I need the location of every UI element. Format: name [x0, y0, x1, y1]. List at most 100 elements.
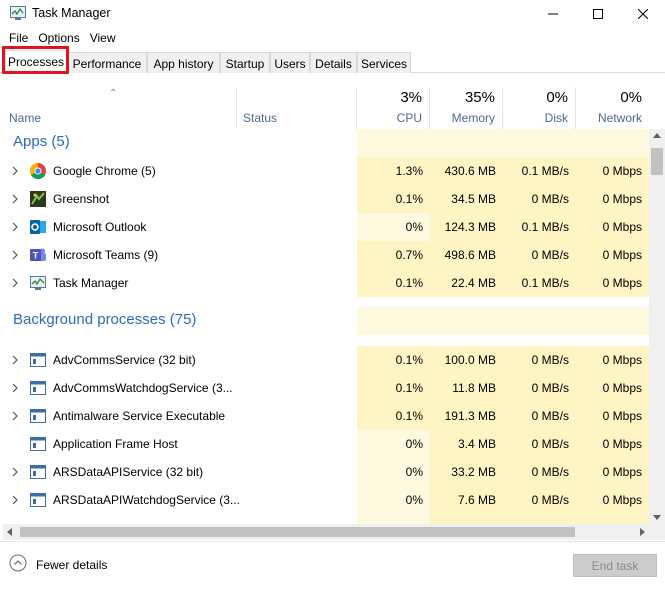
table-row[interactable]: T Microsoft Teams (9) 0.7% 498.6 MB 0 MB… [3, 241, 649, 269]
group-label-background: Background processes (75) [13, 311, 197, 328]
outlook-icon [30, 220, 46, 234]
chevron-right-icon[interactable] [10, 248, 20, 262]
group-row-background[interactable]: Background processes (75) [3, 307, 649, 335]
group-cpu-cell [357, 307, 430, 335]
close-button[interactable] [620, 0, 665, 28]
service-window-icon [30, 409, 46, 423]
network-cell: 0 Mbps [576, 374, 649, 402]
table-row[interactable]: AdvCommsWatchdogService (3... 0.1% 11.8 … [3, 374, 649, 402]
memory-cell: 191.3 MB [430, 402, 503, 430]
disk-cell: 0 MB/s [503, 486, 576, 514]
column-name-label: Name [9, 111, 42, 125]
cpu-cell: 0.1% [357, 269, 430, 297]
disk-cell: 0 MB/s [503, 430, 576, 458]
partial-cpu-cell [357, 514, 430, 524]
tab-performance[interactable]: Performance [67, 52, 147, 73]
tab-services[interactable]: Services [357, 52, 411, 73]
vertical-scroll-thumb[interactable] [651, 148, 663, 175]
chevron-right-icon[interactable] [10, 164, 20, 178]
network-cell: 0 Mbps [576, 458, 649, 486]
table-row[interactable]: ARSDataAPIService (32 bit) 0% 33.2 MB 0 … [3, 458, 649, 486]
close-icon [637, 9, 648, 19]
group-net-cell [576, 307, 649, 335]
fewer-details-link[interactable]: Fewer details [36, 558, 107, 572]
chevron-right-icon[interactable] [10, 381, 20, 395]
chevron-right-icon[interactable] [10, 192, 20, 206]
task-manager-app-icon [10, 6, 26, 20]
tab-details[interactable]: Details [310, 52, 357, 73]
partial-net-cell [576, 514, 649, 524]
process-name: ARSDataAPIWatchdogService (3... [53, 493, 240, 507]
scroll-right-icon[interactable] [640, 528, 645, 536]
disk-cell: 0.1 MB/s [503, 213, 576, 241]
cpu-cell: 0% [357, 430, 430, 458]
tab-processes[interactable]: Processes [5, 50, 67, 74]
group-disk-cell [503, 129, 576, 157]
process-name: Google Chrome (5) [53, 164, 156, 178]
column-name[interactable]: ⌃ Name [3, 87, 237, 129]
chevron-right-icon[interactable] [10, 493, 20, 507]
group-row-apps[interactable]: Apps (5) [3, 129, 649, 157]
network-cell: 0 Mbps [576, 185, 649, 213]
cpu-total: 3% [400, 89, 422, 106]
menu-view[interactable]: View [85, 28, 121, 48]
table-row[interactable]: Microsoft Outlook 0% 124.3 MB 0.1 MB/s 0… [3, 213, 649, 241]
scroll-left-icon[interactable] [7, 528, 12, 536]
maximize-button[interactable] [575, 0, 620, 28]
cpu-cell: 0.1% [357, 402, 430, 430]
group-disk-cell [503, 307, 576, 335]
scroll-up-icon[interactable] [653, 133, 661, 138]
disk-cell: 0 MB/s [503, 241, 576, 269]
chevron-right-icon[interactable] [10, 409, 20, 423]
vertical-scrollbar[interactable] [649, 129, 665, 524]
process-name: ARSDataAPIService (32 bit) [53, 465, 204, 479]
table-row[interactable]: Antimalware Service Executable 0.1% 191.… [3, 402, 649, 430]
column-memory[interactable]: 35% Memory [430, 87, 503, 129]
table-row[interactable]: Greenshot 0.1% 34.5 MB 0 MB/s 0 Mbps [3, 185, 649, 213]
cpu-cell: 0% [357, 458, 430, 486]
end-task-button[interactable]: End task [573, 554, 657, 577]
process-name: Greenshot [53, 192, 110, 206]
process-name: AdvCommsService (32 bit) [53, 353, 196, 367]
memory-cell: 34.5 MB [430, 185, 503, 213]
column-status-label: Status [243, 111, 278, 125]
column-cpu[interactable]: 3% CPU [357, 87, 430, 129]
column-network[interactable]: 0% Network [576, 87, 649, 129]
table-row-partial [3, 514, 649, 524]
network-cell: 0 Mbps [576, 213, 649, 241]
service-window-icon [30, 493, 46, 507]
tab-users[interactable]: Users [270, 52, 310, 73]
cpu-cell: 1.3% [357, 157, 430, 185]
menu-file[interactable]: File [0, 28, 33, 48]
column-header: ⌃ Name Status 3% CPU 35% Memory 0% Disk … [3, 87, 649, 129]
memory-cell: 33.2 MB [430, 458, 503, 486]
column-status[interactable]: Status [237, 87, 357, 129]
horizontal-scroll-thumb[interactable] [20, 527, 575, 537]
process-name: Application Frame Host [53, 437, 178, 451]
table-row[interactable]: ARSDataAPIWatchdogService (3... 0% 7.6 M… [3, 486, 649, 514]
table-row[interactable]: Application Frame Host 0% 3.4 MB 0 MB/s … [3, 430, 649, 458]
disk-cell: 0.1 MB/s [503, 157, 576, 185]
column-cpu-label: CPU [396, 111, 422, 125]
scroll-down-icon[interactable] [653, 515, 661, 520]
tab-startup[interactable]: Startup [220, 52, 270, 73]
network-cell: 0 Mbps [576, 241, 649, 269]
network-cell: 0 Mbps [576, 157, 649, 185]
tab-app-history[interactable]: App history [147, 52, 220, 73]
chevron-right-icon[interactable] [10, 220, 20, 234]
chevron-up-circle-icon[interactable] [9, 554, 27, 572]
horizontal-scrollbar[interactable] [3, 524, 649, 540]
chevron-right-icon[interactable] [10, 353, 20, 367]
minimize-button[interactable] [530, 0, 575, 28]
disk-total: 0% [546, 89, 568, 106]
table-row[interactable]: Google Chrome (5) 1.3% 430.6 MB 0.1 MB/s… [3, 157, 649, 185]
menu-options[interactable]: Options [33, 28, 84, 48]
chevron-right-icon[interactable] [10, 276, 20, 290]
group-cpu-cell [357, 129, 430, 157]
chevron-right-icon[interactable] [10, 465, 20, 479]
table-row[interactable]: AdvCommsService (32 bit) 0.1% 100.0 MB 0… [3, 346, 649, 374]
column-disk[interactable]: 0% Disk [503, 87, 576, 129]
service-window-icon [30, 381, 46, 395]
table-row[interactable]: Task Manager 0.1% 22.4 MB 0.1 MB/s 0 Mbp… [3, 269, 649, 297]
memory-total: 35% [464, 89, 495, 106]
